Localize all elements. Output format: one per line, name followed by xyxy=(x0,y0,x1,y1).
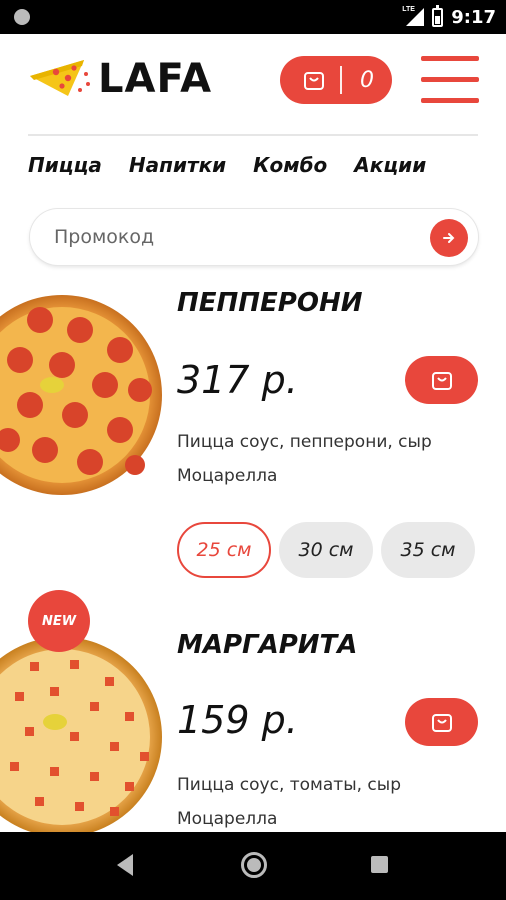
new-badge: NEW xyxy=(28,590,90,652)
nav-item-combo[interactable]: Комбо xyxy=(253,153,327,177)
clock: 9:17 xyxy=(451,6,496,28)
battery-icon xyxy=(432,4,444,27)
header-divider xyxy=(28,134,478,136)
product-name: ПЕППЕРОНИ xyxy=(177,288,363,318)
menu-button[interactable] xyxy=(421,56,479,104)
cart-separator xyxy=(340,66,342,94)
product-description: Пицца соус, пепперони, сыр Моцарелла xyxy=(177,432,432,486)
promo-input[interactable] xyxy=(54,209,434,265)
size-option-30[interactable]: 30 см xyxy=(279,522,373,578)
nav-item-drinks[interactable]: Напитки xyxy=(129,153,226,177)
shopping-bag-icon xyxy=(304,72,324,90)
hamburger-icon xyxy=(421,56,479,61)
shopping-bag-icon xyxy=(431,372,452,390)
home-icon[interactable] xyxy=(241,852,267,878)
app-header: LAFA 0 xyxy=(0,34,506,134)
logo[interactable]: LAFA xyxy=(28,54,212,104)
product-description: Пицца соус, томаты, сыр Моцарелла xyxy=(177,775,401,829)
system-nav-bar xyxy=(0,832,506,900)
promo-field xyxy=(30,209,478,265)
arrow-right-icon xyxy=(443,233,455,243)
signal-icon: LTE xyxy=(402,6,425,26)
product-name: МАРГАРИТА xyxy=(177,630,358,660)
network-label: LTE xyxy=(402,6,415,13)
shopping-bag-icon xyxy=(431,714,452,732)
product-price: 159 р. xyxy=(177,698,298,742)
add-to-cart-button[interactable] xyxy=(405,356,478,404)
size-option-25[interactable]: 25 см xyxy=(177,522,271,578)
brand-name: LAFA xyxy=(98,56,213,102)
notification-icon xyxy=(14,9,30,25)
product-price: 317 р. xyxy=(177,358,298,402)
status-bar: LTE 9:17 xyxy=(0,0,506,34)
pepperoni-pizza-image[interactable] xyxy=(0,290,180,500)
nav-item-promotions[interactable]: Акции xyxy=(354,153,426,177)
nav-item-pizza[interactable]: Пицца xyxy=(28,153,102,177)
cart-button[interactable]: 0 xyxy=(280,56,392,104)
category-nav: Пицца Напитки Комбо Акции xyxy=(28,153,453,177)
pizza-slice-logo-icon xyxy=(30,60,90,96)
back-icon[interactable] xyxy=(117,854,133,876)
margherita-pizza-image[interactable] xyxy=(0,632,180,842)
size-selector: 25 см 30 см 35 см xyxy=(177,522,475,578)
promo-submit-button[interactable] xyxy=(430,219,468,257)
add-to-cart-button[interactable] xyxy=(405,698,478,746)
size-option-35[interactable]: 35 см xyxy=(381,522,475,578)
cart-count: 0 xyxy=(360,67,374,93)
recent-apps-icon[interactable] xyxy=(371,856,388,873)
